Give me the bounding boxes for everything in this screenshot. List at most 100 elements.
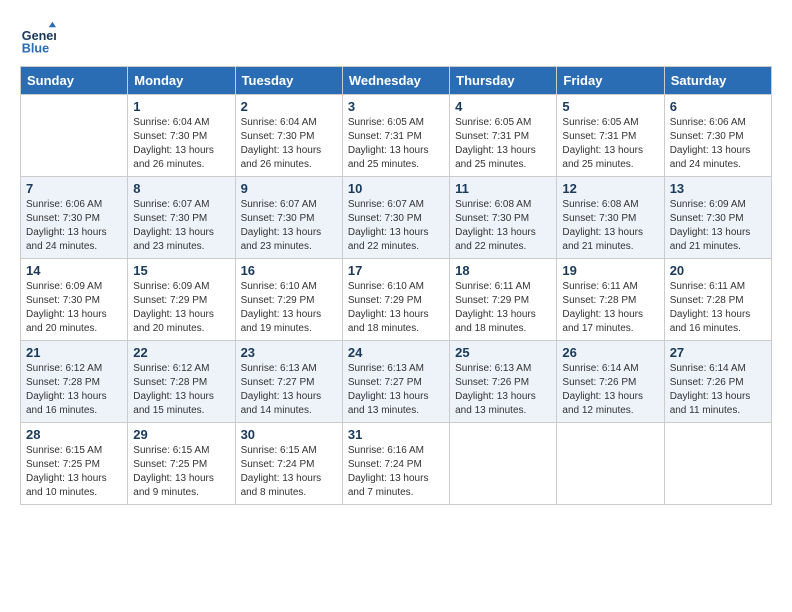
day-info: Sunrise: 6:05 AMSunset: 7:31 PMDaylight:… [348,116,444,172]
day-number: 11 [455,181,551,196]
day-number: 21 [26,345,122,360]
calendar-cell: 10 Sunrise: 6:07 AMSunset: 7:30 PMDayligh… [342,177,449,259]
weekday-header: Tuesday [235,67,342,95]
calendar-cell: 30Sunrise: 6:15 AMSunset: 7:24 PMDayligh… [235,423,342,505]
day-info: Sunrise: 6:04 AMSunset: 7:30 PMDaylight:… [133,116,229,172]
day-info: Sunrise: 6:11 AMSunset: 7:28 PMDaylight:… [670,280,766,336]
weekday-header: Wednesday [342,67,449,95]
day-number: 1 [133,99,229,114]
day-number: 17 [348,263,444,278]
day-info: Sunrise: 6:07 AMSunset: 7:30 PMDaylight:… [133,198,229,254]
calendar-cell: 6 Sunrise: 6:06 AMSunset: 7:30 PMDaylight… [664,95,771,177]
day-number: 8 [133,181,229,196]
calendar-cell: 17 Sunrise: 6:10 AMSunset: 7:29 PMDayligh… [342,259,449,341]
calendar-cell [557,423,664,505]
day-number: 15 [133,263,229,278]
day-number: 4 [455,99,551,114]
day-info: Sunrise: 6:04 AMSunset: 7:30 PMDaylight:… [241,116,337,172]
calendar-cell: 26 Sunrise: 6:14 AMSunset: 7:26 PMDayligh… [557,341,664,423]
day-info: Sunrise: 6:08 AMSunset: 7:30 PMDaylight:… [455,198,551,254]
weekday-header: Sunday [21,67,128,95]
day-info: Sunrise: 6:09 AMSunset: 7:29 PMDaylight:… [133,280,229,336]
calendar-cell [21,95,128,177]
day-number: 16 [241,263,337,278]
day-number: 25 [455,345,551,360]
day-number: 3 [348,99,444,114]
day-number: 28 [26,427,122,442]
day-number: 22 [133,345,229,360]
day-number: 27 [670,345,766,360]
calendar-cell: 15 Sunrise: 6:09 AMSunset: 7:29 PMDayligh… [128,259,235,341]
day-info: Sunrise: 6:10 AMSunset: 7:29 PMDaylight:… [241,280,337,336]
day-info: Sunrise: 6:11 AMSunset: 7:29 PMDaylight:… [455,280,551,336]
day-info: Sunrise: 6:08 AMSunset: 7:30 PMDaylight:… [562,198,658,254]
calendar-cell: 23 Sunrise: 6:13 AMSunset: 7:27 PMDayligh… [235,341,342,423]
page-header: General Blue [20,20,772,56]
day-number: 24 [348,345,444,360]
calendar-cell: 9 Sunrise: 6:07 AMSunset: 7:30 PMDaylight… [235,177,342,259]
day-number: 7 [26,181,122,196]
day-info: Sunrise: 6:07 AMSunset: 7:30 PMDaylight:… [241,198,337,254]
day-info: Sunrise: 6:15 AMSunset: 7:25 PMDaylight:… [26,444,122,500]
svg-text:Blue: Blue [22,41,49,55]
day-number: 23 [241,345,337,360]
calendar-cell: 27 Sunrise: 6:14 AMSunset: 7:26 PMDayligh… [664,341,771,423]
weekday-header: Saturday [664,67,771,95]
day-info: Sunrise: 6:09 AMSunset: 7:30 PMDaylight:… [26,280,122,336]
day-number: 10 [348,181,444,196]
day-number: 6 [670,99,766,114]
calendar-cell: 25 Sunrise: 6:13 AMSunset: 7:26 PMDayligh… [450,341,557,423]
calendar-cell: 22 Sunrise: 6:12 AMSunset: 7:28 PMDayligh… [128,341,235,423]
day-number: 20 [670,263,766,278]
calendar-cell: 11 Sunrise: 6:08 AMSunset: 7:30 PMDayligh… [450,177,557,259]
calendar-cell [664,423,771,505]
day-info: Sunrise: 6:15 AMSunset: 7:24 PMDaylight:… [241,444,337,500]
calendar-cell: 31 Sunrise: 6:16 AMSunset: 7:24 PMDayligh… [342,423,449,505]
day-number: 14 [26,263,122,278]
calendar-cell: 24Sunrise: 6:13 AMSunset: 7:27 PMDayligh… [342,341,449,423]
calendar-cell: 2Sunrise: 6:04 AMSunset: 7:30 PMDaylight… [235,95,342,177]
calendar-cell: 18 Sunrise: 6:11 AMSunset: 7:29 PMDayligh… [450,259,557,341]
logo-icon: General Blue [20,20,56,56]
day-info: Sunrise: 6:12 AMSunset: 7:28 PMDaylight:… [26,362,122,418]
calendar-cell: 4Sunrise: 6:05 AMSunset: 7:31 PMDaylight… [450,95,557,177]
calendar-cell: 21 Sunrise: 6:12 AMSunset: 7:28 PMDayligh… [21,341,128,423]
day-info: Sunrise: 6:07 AMSunset: 7:30 PMDaylight:… [348,198,444,254]
calendar-cell: 28 Sunrise: 6:15 AMSunset: 7:25 PMDayligh… [21,423,128,505]
day-info: Sunrise: 6:06 AMSunset: 7:30 PMDaylight:… [26,198,122,254]
day-info: Sunrise: 6:09 AMSunset: 7:30 PMDaylight:… [670,198,766,254]
calendar-cell: 12Sunrise: 6:08 AMSunset: 7:30 PMDayligh… [557,177,664,259]
weekday-header: Monday [128,67,235,95]
day-info: Sunrise: 6:06 AMSunset: 7:30 PMDaylight:… [670,116,766,172]
calendar-cell: 29 Sunrise: 6:15 AMSunset: 7:25 PMDayligh… [128,423,235,505]
calendar-cell: 20 Sunrise: 6:11 AMSunset: 7:28 PMDayligh… [664,259,771,341]
calendar-cell: 19 Sunrise: 6:11 AMSunset: 7:28 PMDayligh… [557,259,664,341]
day-info: Sunrise: 6:05 AMSunset: 7:31 PMDaylight:… [562,116,658,172]
day-number: 19 [562,263,658,278]
calendar-cell: 1 Sunrise: 6:04 AMSunset: 7:30 PMDaylight… [128,95,235,177]
day-info: Sunrise: 6:12 AMSunset: 7:28 PMDaylight:… [133,362,229,418]
calendar-cell: 13 Sunrise: 6:09 AMSunset: 7:30 PMDayligh… [664,177,771,259]
calendar-cell: 14 Sunrise: 6:09 AMSunset: 7:30 PMDayligh… [21,259,128,341]
day-number: 5 [562,99,658,114]
calendar-cell: 7 Sunrise: 6:06 AMSunset: 7:30 PMDaylight… [21,177,128,259]
day-info: Sunrise: 6:11 AMSunset: 7:28 PMDaylight:… [562,280,658,336]
day-info: Sunrise: 6:14 AMSunset: 7:26 PMDaylight:… [562,362,658,418]
day-info: Sunrise: 6:16 AMSunset: 7:24 PMDaylight:… [348,444,444,500]
day-info: Sunrise: 6:10 AMSunset: 7:29 PMDaylight:… [348,280,444,336]
logo: General Blue [20,20,60,56]
day-number: 13 [670,181,766,196]
day-info: Sunrise: 6:13 AMSunset: 7:27 PMDaylight:… [241,362,337,418]
calendar-cell: 16 Sunrise: 6:10 AMSunset: 7:29 PMDayligh… [235,259,342,341]
day-number: 9 [241,181,337,196]
day-number: 18 [455,263,551,278]
day-number: 26 [562,345,658,360]
calendar-cell: 3 Sunrise: 6:05 AMSunset: 7:31 PMDaylight… [342,95,449,177]
calendar-table: SundayMondayTuesdayWednesdayThursdayFrid… [20,66,772,505]
day-info: Sunrise: 6:14 AMSunset: 7:26 PMDaylight:… [670,362,766,418]
day-number: 29 [133,427,229,442]
day-number: 31 [348,427,444,442]
day-info: Sunrise: 6:15 AMSunset: 7:25 PMDaylight:… [133,444,229,500]
calendar-cell: 8 Sunrise: 6:07 AMSunset: 7:30 PMDaylight… [128,177,235,259]
day-info: Sunrise: 6:13 AMSunset: 7:26 PMDaylight:… [455,362,551,418]
